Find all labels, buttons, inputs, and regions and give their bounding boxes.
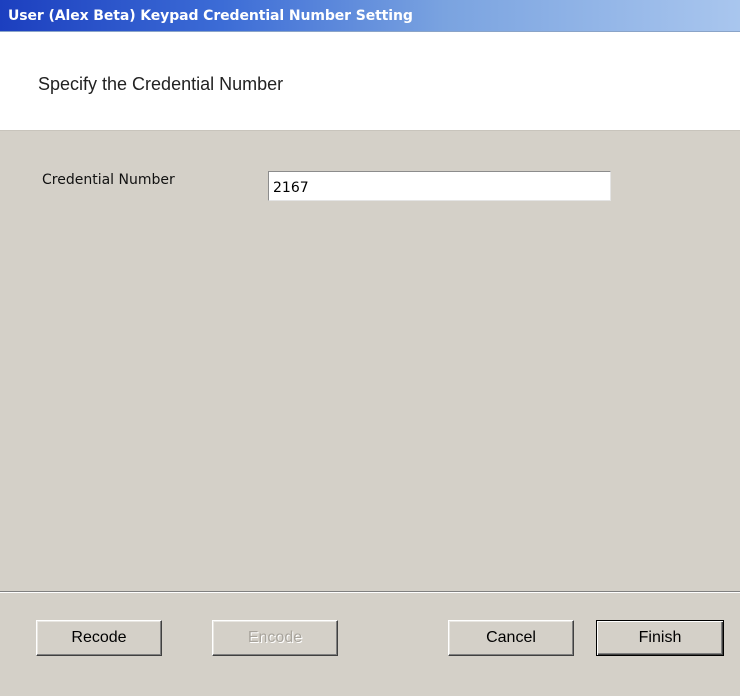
button-bar-divider xyxy=(0,591,740,593)
finish-button[interactable]: Finish xyxy=(596,620,724,656)
window-title: User (Alex Beta) Keypad Credential Numbe… xyxy=(8,8,413,24)
wizard-header: Specify the Credential Number xyxy=(0,32,740,131)
credential-number-input[interactable] xyxy=(268,171,611,201)
credential-number-label: Credential Number xyxy=(42,172,175,188)
page-title: Specify the Credential Number xyxy=(38,74,284,94)
cancel-button[interactable]: Cancel xyxy=(448,620,574,656)
recode-button[interactable]: Recode xyxy=(36,620,162,656)
encode-button: Encode xyxy=(212,620,338,656)
title-bar[interactable]: User (Alex Beta) Keypad Credential Numbe… xyxy=(0,0,740,32)
